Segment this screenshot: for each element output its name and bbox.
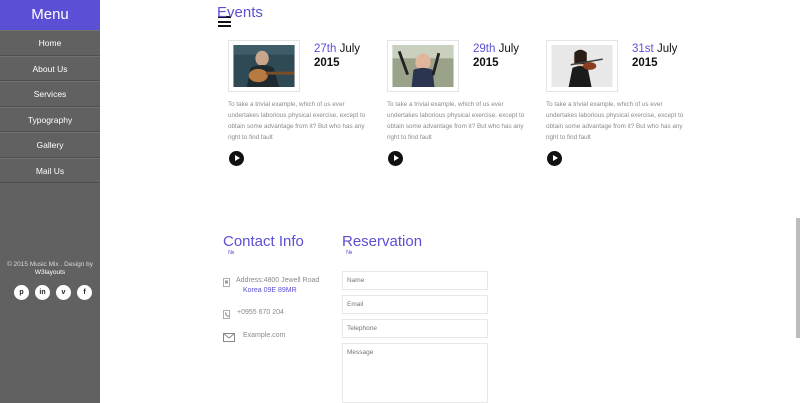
designer-link[interactable]: W3layouts — [0, 269, 100, 277]
nav-item-typography[interactable]: Typography — [0, 106, 100, 132]
mail-icon — [223, 333, 235, 342]
location-icon — [223, 278, 230, 287]
event-month: July — [656, 43, 678, 55]
event-description: To take a trivial example, which of us e… — [546, 101, 684, 141]
event-year: 2015 — [632, 57, 658, 69]
copyright: © 2015 Music Mix . Design by W3layouts — [0, 261, 100, 277]
event-month: July — [339, 43, 361, 55]
violin-player-image — [551, 45, 613, 87]
sidebar: Menu Home About Us Services Typography G… — [0, 0, 100, 403]
linkedin-icon[interactable]: in — [35, 285, 50, 300]
bagpipe-player-image — [392, 45, 454, 87]
play-icon[interactable] — [388, 151, 403, 166]
address-line2: Korea 09E 89MR — [243, 287, 297, 294]
guitar-player-image — [233, 45, 295, 87]
event-date: 27th July — [314, 42, 360, 57]
page: Menu Home About Us Services Typography G… — [0, 0, 800, 403]
vimeo-icon[interactable]: v — [56, 285, 71, 300]
event-description: To take a trivial example, which of us e… — [387, 101, 525, 141]
reservation-title-mark: № — [346, 250, 353, 256]
reservation-title: Reservation — [342, 233, 423, 250]
event-day: 27th — [314, 43, 337, 55]
nav-item-services[interactable]: Services — [0, 81, 100, 107]
address-line1: Address:4800 Jewell Road — [236, 277, 320, 284]
play-icon[interactable] — [229, 151, 244, 166]
event-day: 29th — [473, 43, 496, 55]
events-title: Events — [217, 4, 263, 21]
play-icon[interactable] — [547, 151, 562, 166]
event-day: 31st — [632, 43, 654, 55]
nav-item-about-us[interactable]: About Us — [0, 55, 100, 81]
event-year: 2015 — [473, 57, 499, 69]
event-month: July — [498, 43, 520, 55]
event-description: To take a trivial example, which of us e… — [228, 101, 366, 141]
event-year: 2015 — [314, 57, 340, 69]
event-date: 31st July — [632, 42, 677, 57]
name-field[interactable] — [342, 271, 488, 290]
contact-info-title: Contact Info — [223, 233, 304, 250]
event-image[interactable] — [387, 40, 459, 92]
copyright-text: © 2015 Music Mix . Design by — [6, 261, 94, 268]
event-image[interactable] — [546, 40, 618, 92]
phone-icon — [223, 310, 230, 319]
telephone-field[interactable] — [342, 319, 488, 338]
social-links: p in v f — [14, 285, 92, 300]
nav-item-gallery[interactable]: Gallery — [0, 132, 100, 158]
menu-title: Menu — [0, 0, 100, 30]
nav-item-home[interactable]: Home — [0, 30, 100, 56]
facebook-icon[interactable]: f — [77, 285, 92, 300]
phone-number: +0955 670 204 — [237, 309, 284, 316]
pinterest-icon[interactable]: p — [14, 285, 29, 300]
message-field[interactable] — [342, 343, 488, 403]
page-scrollbar[interactable] — [796, 218, 800, 338]
email-field[interactable] — [342, 295, 488, 314]
event-date: 29th July — [473, 42, 519, 57]
event-image[interactable] — [228, 40, 300, 92]
nav-item-mail-us[interactable]: Mail Us — [0, 157, 100, 183]
contact-title-mark: № — [228, 250, 235, 256]
email-address[interactable]: Example.com — [243, 331, 285, 341]
